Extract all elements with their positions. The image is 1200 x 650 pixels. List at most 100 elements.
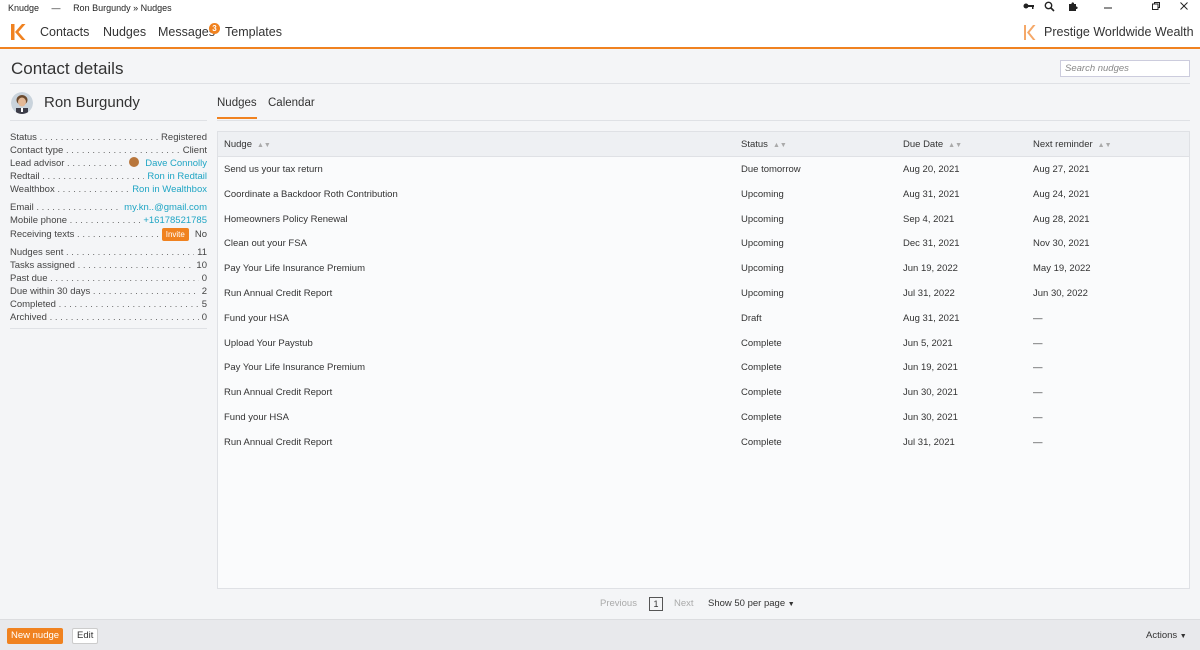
next-reminder-cell: Aug 24, 2021 (1033, 188, 1090, 200)
phone-link[interactable]: +16178521785 (140, 214, 207, 227)
new-nudge-button[interactable]: New nudge (7, 628, 64, 644)
window-title: Knudge — Ron Burgundy » Nudges (8, 3, 172, 13)
detail-receiving-texts: Receiving texts InviteNo (10, 228, 207, 241)
due-date-cell: Jul 31, 2021 (903, 436, 955, 448)
table-row[interactable]: Pay Your Life Insurance Premium Complete J… (218, 355, 1189, 380)
next-reminder-cell: — (1033, 362, 1043, 374)
column-header-due-date[interactable]: Due Date ▲▼ (903, 139, 962, 150)
stat-label: Tasks assigned (10, 259, 207, 272)
table-row[interactable]: Upload Your Paystub Complete Jun 5, 2021 — (218, 331, 1189, 356)
nudges-table: Nudge ▲▼ Status ▲▼ Due Date ▲▼ Next reminde… (217, 131, 1190, 589)
nudge-cell: Coordinate a Backdoor Roth Contribution (224, 188, 398, 200)
nudge-cell: Clean out your FSA (224, 238, 307, 250)
stat-label: Past due (10, 272, 207, 285)
firm-name: Prestige Worldwide Wealth (1044, 25, 1194, 39)
status-cell: Draft (741, 312, 762, 324)
table-row[interactable]: Run Annual Credit Report Upcoming Jul 31, … (218, 281, 1189, 306)
due-date-cell: Sep 4, 2021 (903, 213, 955, 225)
column-header-status[interactable]: Status ▲▼ (741, 139, 787, 150)
next-reminder-cell: — (1033, 412, 1043, 423)
nav-messages[interactable]: Messages (158, 25, 215, 39)
due-date-cell: Jun 30, 2021 (903, 387, 958, 399)
table-row[interactable]: Fund your HSA Draft Aug 31, 2021 — (218, 306, 1189, 331)
email-link[interactable]: my.kn..@gmail.com (121, 201, 207, 214)
sort-icon: ▲▼ (1097, 142, 1112, 149)
next-reminder-cell: — (1033, 312, 1043, 324)
page-number-current[interactable]: 1 (649, 597, 663, 611)
status-cell: Upcoming (741, 263, 784, 275)
messages-count-badge: 3 (209, 23, 220, 34)
per-page-select[interactable]: Show 50 per page ▼ (708, 598, 795, 609)
nav-contacts[interactable]: Contacts (40, 25, 89, 39)
actions-menu[interactable]: Actions ▼ (1146, 630, 1187, 641)
status-cell: Upcoming (741, 213, 784, 225)
detail-contact-type: Contact type Client (10, 144, 207, 157)
detail-email: Email my.kn..@gmail.com (10, 201, 207, 214)
status-cell: Complete (741, 362, 782, 374)
tab-calendar[interactable]: Calendar (268, 97, 315, 109)
table-row[interactable]: Pay Your Life Insurance Premium Upcoming J… (218, 256, 1189, 281)
sort-icon: ▲▼ (948, 142, 962, 149)
table-row[interactable]: Send us your tax return Due tomorrow Aug 2… (218, 157, 1189, 182)
table-row[interactable]: Coordinate a Backdoor Roth Contribution U… (218, 182, 1189, 207)
knudge-logo-icon[interactable] (10, 23, 26, 41)
detail-value: Registered (158, 131, 207, 144)
key-icon[interactable] (1021, 1, 1037, 14)
footer-bar: New nudge Edit Actions ▼ (0, 619, 1200, 650)
detail-value: Invite No (158, 228, 207, 241)
lead-advisor-link[interactable]: Dave Connolly (126, 157, 207, 170)
stat-label: Due within 30 days (10, 285, 207, 298)
nudge-cell: Send us your tax return (224, 164, 323, 175)
status-cell: Upcoming (741, 188, 784, 200)
contact-divider (10, 120, 207, 121)
nudge-cell: Pay Your Life Insurance Premium (224, 263, 365, 275)
wealthbox-link[interactable]: Ron in Wealthbox (129, 183, 207, 196)
table-row[interactable]: Fund your HSA Complete Jun 30, 2021 — (218, 405, 1189, 430)
tab-nudges[interactable]: Nudges (217, 97, 257, 109)
search-nudges-input[interactable] (1060, 60, 1190, 77)
active-tab-indicator (217, 117, 257, 119)
column-header-nudge[interactable]: Nudge ▲▼ (224, 139, 271, 150)
restore-icon[interactable] (1148, 1, 1164, 14)
nav-nudges[interactable]: Nudges (103, 25, 146, 39)
invite-button[interactable]: Invite (161, 228, 189, 241)
edit-button[interactable]: Edit (72, 628, 99, 644)
stats-divider (10, 328, 207, 329)
next-reminder-cell: Aug 28, 2021 (1033, 213, 1090, 225)
nudge-cell: Homeowners Policy Renewal (224, 213, 348, 225)
extensions-icon[interactable] (1064, 1, 1080, 15)
due-date-cell: Dec 31, 2021 (903, 238, 960, 250)
page-title: Contact details (11, 59, 124, 78)
next-reminder-cell: — (1033, 436, 1043, 448)
due-date-cell: Jun 19, 2022 (903, 263, 958, 275)
redtail-link[interactable]: Ron in Redtail (144, 170, 207, 183)
due-date-cell: Jul 31, 2022 (903, 288, 955, 299)
zoom-icon[interactable] (1041, 1, 1057, 15)
detail-value: Client (179, 144, 207, 157)
previous-page-button[interactable]: Previous (600, 598, 637, 609)
table-row[interactable]: Run Annual Credit Report Complete Jun 30, … (218, 380, 1189, 405)
next-reminder-cell: — (1033, 387, 1043, 399)
next-reminder-cell: Nov 30, 2021 (1033, 238, 1090, 250)
column-header-next-reminder[interactable]: Next reminder ▲▼ (1033, 139, 1112, 150)
stat-completed: Completed 5 (10, 298, 207, 311)
stat-label: Archived (10, 311, 207, 324)
minimize-icon[interactable] (1100, 1, 1116, 14)
status-cell: Upcoming (741, 288, 784, 299)
close-icon[interactable] (1176, 1, 1192, 14)
table-row[interactable]: Clean out your FSA Upcoming Dec 31, 2021 No… (218, 231, 1189, 256)
header-divider (10, 83, 1190, 84)
stat-value: 0 (198, 311, 207, 324)
stat-nudges-sent: Nudges sent 11 (10, 246, 207, 259)
next-page-button[interactable]: Next (674, 598, 694, 609)
due-date-cell: Aug 31, 2021 (903, 188, 960, 200)
next-reminder-cell: Aug 27, 2021 (1033, 164, 1090, 175)
nudge-cell: Upload Your Paystub (224, 337, 313, 349)
firm-logo-icon (1023, 24, 1037, 41)
table-row[interactable]: Run Annual Credit Report Complete Jul 31, … (218, 430, 1189, 455)
status-cell: Due tomorrow (741, 164, 801, 175)
nudge-cell: Pay Your Life Insurance Premium (224, 362, 365, 374)
nav-templates[interactable]: Templates (225, 25, 282, 39)
table-row[interactable]: Homeowners Policy Renewal Upcoming Sep 4, … (218, 207, 1189, 232)
stat-tasks-assigned: Tasks assigned 10 (10, 259, 207, 272)
